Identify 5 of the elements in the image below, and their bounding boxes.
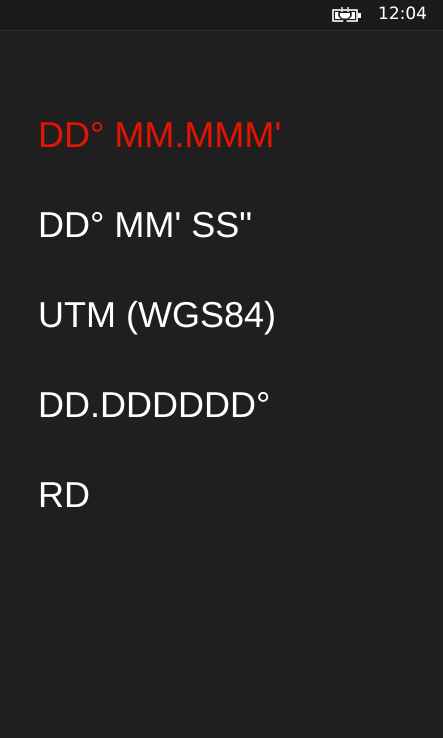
format-option[interactable]: DD° MM' SS" xyxy=(38,203,252,247)
format-option[interactable]: DD.DDDDDD° xyxy=(38,383,270,427)
format-option[interactable]: UTM (WGS84) xyxy=(38,293,276,337)
clock-time: 12:04 xyxy=(378,3,427,26)
format-option[interactable]: RD xyxy=(38,473,90,517)
